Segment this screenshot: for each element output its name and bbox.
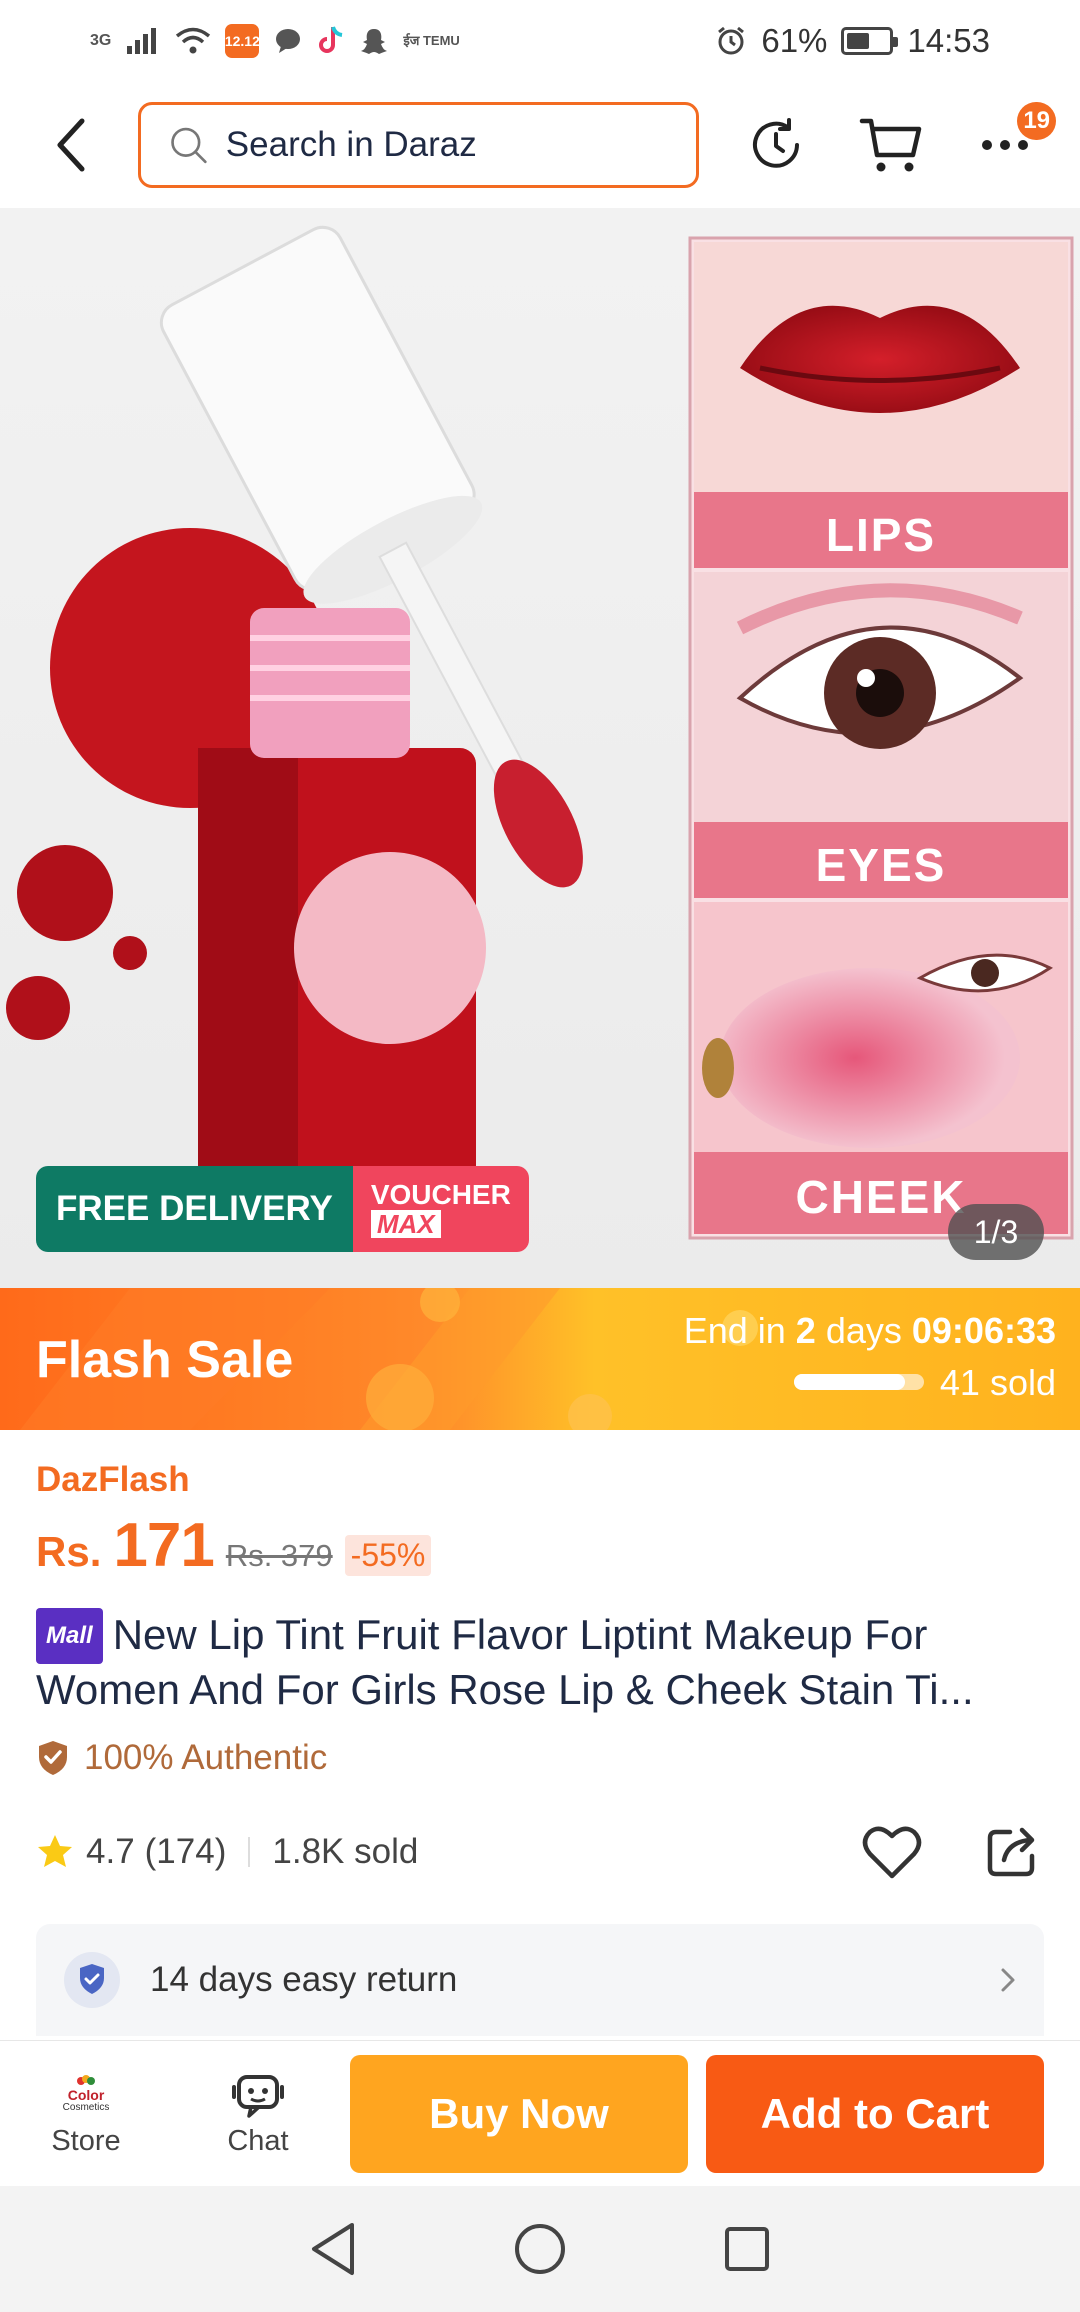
original-price: Rs. 379 (225, 1538, 333, 1573)
product-actions (860, 1820, 1044, 1884)
more-button[interactable]: 19 (966, 102, 1057, 184)
network-type: 3G (90, 32, 112, 49)
store-logo-flower-icon (77, 2075, 95, 2085)
alarm-icon (715, 25, 747, 57)
eyes-label: EYES (815, 839, 947, 891)
snapchat-icon (359, 26, 389, 56)
product-title-text: Mall New Lip Tint Fruit Flavor Liptint Ma… (36, 1608, 1046, 1716)
flash-sale-progress (794, 1374, 924, 1390)
store-label: Store (51, 2125, 121, 2157)
shield-icon (39, 1741, 67, 1775)
history-icon (752, 118, 799, 168)
back-button[interactable] (36, 109, 108, 181)
star-icon (38, 1835, 72, 1867)
flash-sale-title: Flash Sale (36, 1331, 294, 1389)
clock: 14:53 (907, 22, 990, 59)
battery-icon (841, 27, 899, 55)
signal-icon (125, 26, 161, 56)
flash-sale-countdown: End in 2 days 09:06:33 (684, 1310, 1056, 1352)
free-delivery-badge: FREE DELIVERY (36, 1166, 353, 1252)
more-icon (982, 140, 1029, 150)
product-detail-screen: { "status_bar": { "network": "3G", "app_… (0, 0, 1080, 2312)
return-policy-row[interactable]: 14 days easy return (36, 1924, 1044, 2036)
authentic-label: 100% Authentic (84, 1738, 328, 1777)
flash-sale-progress-fill (794, 1374, 905, 1390)
image-counter: 1/3 (948, 1204, 1044, 1260)
chevron-right-icon (1001, 1968, 1015, 1992)
rating-value[interactable]: 4.7 (86, 1832, 135, 1872)
sold-count: 1.8K sold (272, 1832, 419, 1871)
cart-button[interactable] (852, 106, 930, 184)
system-nav-bar (0, 2186, 1080, 2312)
battery-percent: 61% (761, 22, 828, 59)
tiktok-icon (317, 25, 345, 57)
return-shield-icon (64, 1952, 120, 2008)
chat-robot-icon (232, 2075, 284, 2118)
countdown-time: 09:06:33 (911, 1310, 1056, 1351)
shopping-app-icon: 12.12 (225, 24, 260, 58)
product-title[interactable]: Mall New Lip Tint Fruit Flavor Liptint Ma… (36, 1608, 1046, 1716)
chat-button[interactable]: Chat (172, 2041, 344, 2187)
heart-icon (862, 1826, 922, 1879)
square-recents-icon (724, 2227, 769, 2271)
product-image (0, 208, 1080, 1288)
nav-home-button[interactable] (505, 2214, 575, 2284)
cart-icon (860, 118, 922, 172)
search-input[interactable] (225, 125, 668, 165)
product-title-label: New Lip Tint Fruit Flavor Liptint Makeup… (36, 1611, 974, 1713)
bottom-action-bar: Color Cosmetics Store Chat Buy Now Add t… (0, 2040, 1080, 2186)
countdown-prefix: End in (683, 1310, 786, 1351)
voucher-label: VOUCHER (370, 1179, 511, 1210)
store-logo: Color Cosmetics (56, 2069, 116, 2119)
price-row: Rs. 171 Rs. 379 -55% (36, 1510, 432, 1581)
status-left: 3G 12.12 ईज TEMU (90, 24, 460, 58)
chat-label: Chat (227, 2125, 289, 2157)
status-right: 61% 14:53 (715, 22, 990, 60)
countdown-days-unit: days (825, 1310, 902, 1351)
wifi-icon (175, 26, 211, 56)
rating-row: 4.7 (174) 1.8K sold (36, 1820, 1044, 1884)
search-icon (171, 127, 207, 164)
share-button[interactable] (980, 1820, 1044, 1884)
mall-badge: Mall (36, 1608, 103, 1664)
review-count[interactable]: (174) (145, 1832, 227, 1872)
store-logo-subtext: Cosmetics (62, 2102, 110, 2113)
circle-home-icon (514, 2224, 565, 2274)
share-icon (987, 1827, 1035, 1877)
return-policy-label: 14 days easy return (150, 1960, 458, 1999)
promo-banner: FREE DELIVERY VOUCHER MAX (36, 1166, 529, 1252)
battery-level (847, 33, 870, 49)
lips-label: LIPS (825, 509, 937, 561)
notification-badge: 19 (1017, 102, 1057, 140)
brand-tag: DazFlash (36, 1460, 190, 1499)
wishlist-button[interactable] (860, 1820, 924, 1884)
product-image-gallery[interactable]: LIPS EYES CHEEK FREE DELIVERY VOUCHER MA… (0, 208, 1080, 1288)
top-nav: 19 (0, 82, 1080, 208)
message-icon (273, 26, 303, 56)
nav-recents-button[interactable] (712, 2214, 782, 2284)
nav-back-button[interactable] (298, 2214, 368, 2284)
store-button[interactable]: Color Cosmetics Store (0, 2041, 172, 2187)
voucher-max-badge: VOUCHER MAX (352, 1166, 529, 1252)
triangle-back-icon (312, 2223, 355, 2275)
countdown-days: 2 (795, 1310, 816, 1351)
authentic-tag: 100% Authentic (36, 1738, 327, 1778)
store-logo-text: Color (67, 2087, 105, 2103)
chevron-left-icon (57, 118, 85, 172)
current-price: 171 (113, 1511, 214, 1580)
voucher-max-label: MAX (370, 1210, 441, 1238)
add-to-cart-button[interactable]: Add to Cart (706, 2054, 1044, 2173)
discount-badge: -55% (344, 1535, 432, 1576)
status-bar: 3G 12.12 ईज TEMU 61% 14:53 (0, 0, 1080, 82)
rating-divider (248, 1837, 251, 1867)
temu-icon: ईज TEMU (403, 33, 460, 48)
buy-now-button[interactable]: Buy Now (350, 2054, 688, 2173)
search-bar[interactable] (137, 102, 699, 188)
flash-sale-sold: 41 sold (939, 1362, 1056, 1403)
price-currency: Rs. (36, 1528, 102, 1575)
history-button[interactable] (737, 106, 815, 184)
flash-sale-banner[interactable]: Flash Sale End in 2 days 09:06:33 41 sol… (0, 1288, 1080, 1430)
